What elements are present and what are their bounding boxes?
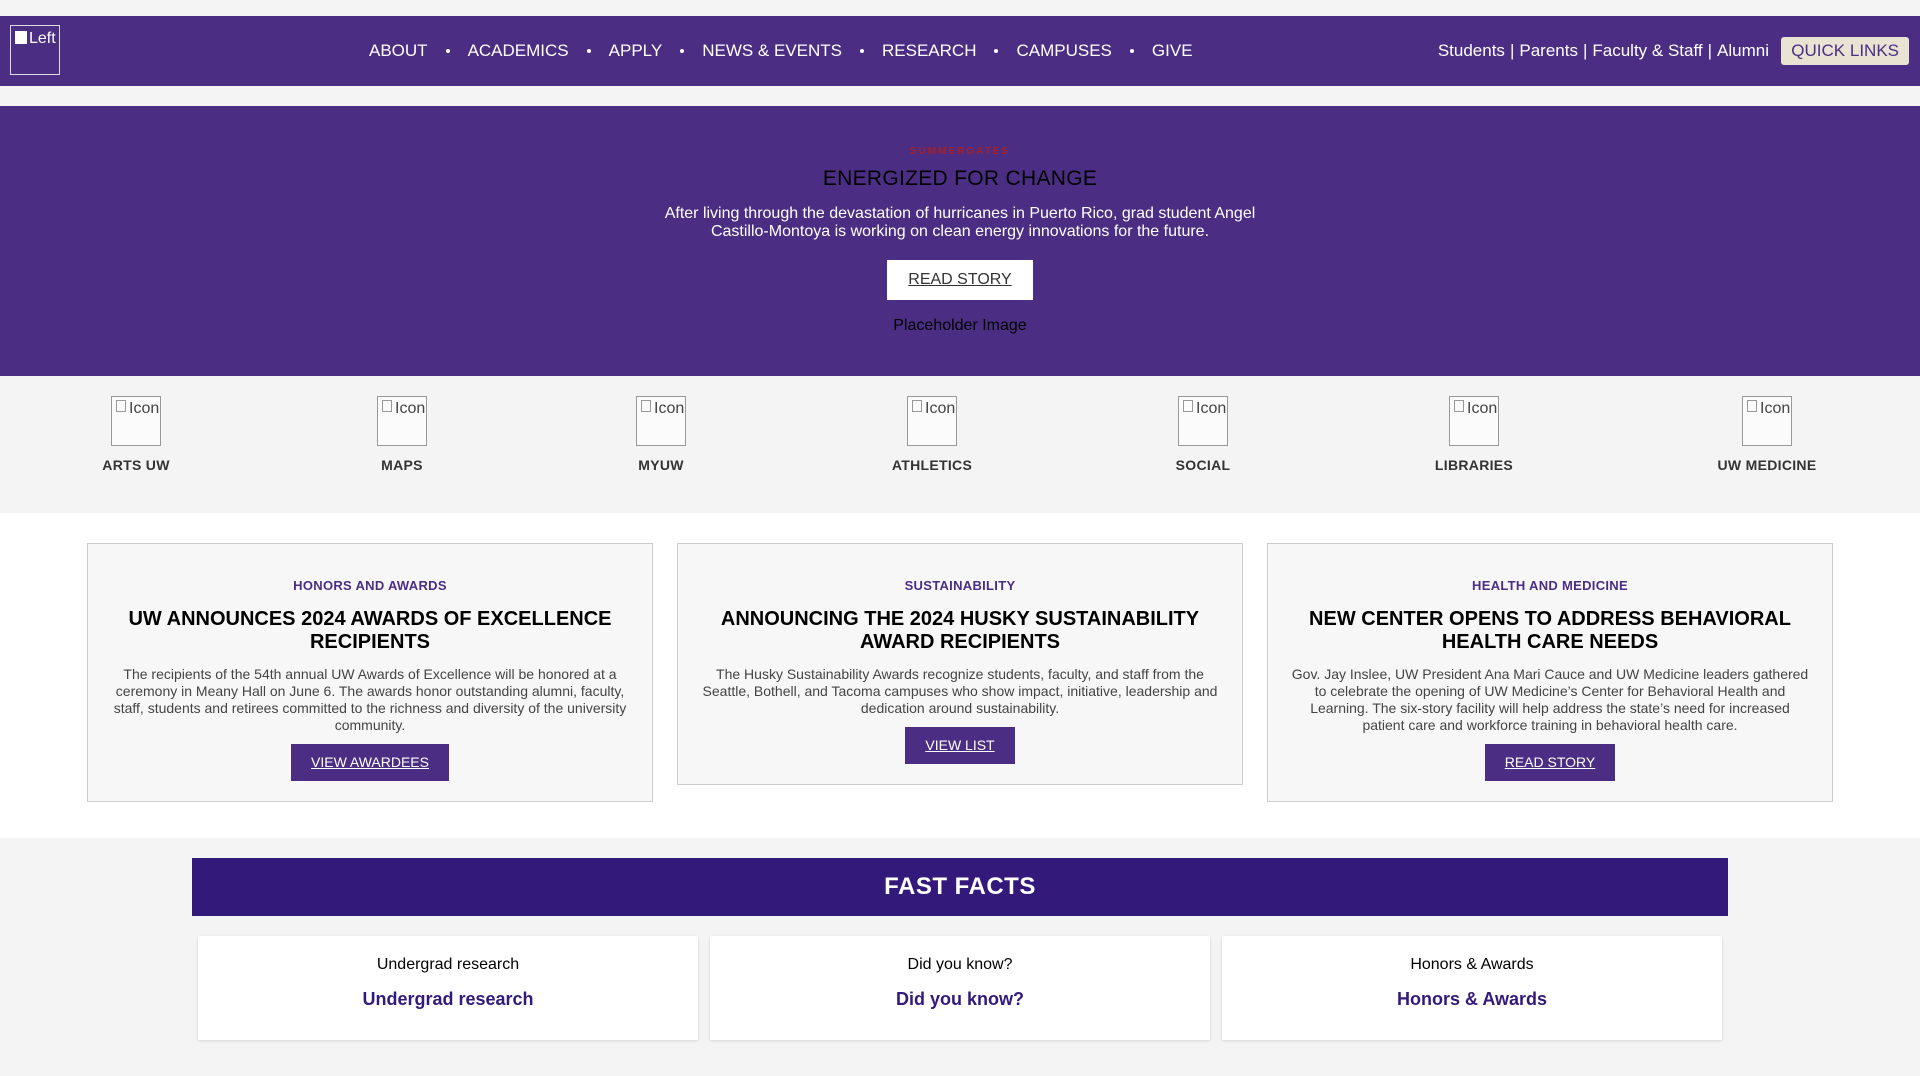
icon-alt-text: Icon — [925, 400, 956, 417]
card-title: NEW CENTER OPENS TO ADDRESS BEHAVIORAL H… — [1309, 608, 1791, 653]
icon-link-libraries[interactable]: Icon LIBRARIES — [1394, 396, 1554, 473]
fact-caption: Did you know? — [907, 956, 1013, 973]
icon-link-label: LIBRARIES — [1434, 457, 1514, 473]
nav-separator — [445, 49, 450, 53]
view-list-button[interactable]: VIEW LIST — [905, 727, 1015, 764]
icon-link-arts-uw[interactable]: Icon ARTS UW — [56, 396, 216, 473]
hero-read-story-button[interactable]: READ STORY — [887, 260, 1033, 300]
audience-faculty-staff[interactable]: Faculty & Staff — [1592, 41, 1702, 61]
icon-alt-text: Icon — [129, 400, 160, 417]
uw-medicine-icon: Icon — [1742, 396, 1792, 446]
nav-news-events[interactable]: NEWS & EVENTS — [702, 41, 842, 61]
myuw-icon: Icon — [636, 396, 686, 446]
icon-link-uw-medicine[interactable]: Icon UW MEDICINE — [1687, 396, 1847, 473]
fact-headline: Undergrad research — [362, 989, 534, 1009]
hero-title: ENERGIZED FOR CHANGE — [822, 167, 1098, 190]
icon-alt-text: Icon — [1760, 400, 1791, 417]
broken-image-icon — [382, 400, 392, 412]
broken-image-icon — [912, 400, 922, 412]
athletics-icon: Icon — [907, 396, 957, 446]
fact-headline: Honors & Awards — [1396, 989, 1548, 1009]
broken-image-icon — [15, 31, 27, 44]
icon-links-bar: Icon ARTS UW Icon MAPS Icon MYUW Icon AT… — [0, 376, 1920, 513]
news-card-sustainability: SUSTAINABILITY ANNOUNCING THE 2024 HUSKY… — [677, 543, 1243, 785]
nav-separator — [1129, 49, 1134, 53]
hero-banner: SUMMERGATES ENERGIZED FOR CHANGE After l… — [0, 106, 1920, 376]
libraries-icon: Icon — [1449, 396, 1499, 446]
card-title: UW ANNOUNCES 2024 AWARDS OF EXCELLENCE R… — [128, 608, 612, 653]
icon-link-social[interactable]: Icon SOCIAL — [1123, 396, 1283, 473]
icon-link-label: UW MEDICINE — [1717, 457, 1817, 473]
nav-about[interactable]: ABOUT — [369, 41, 428, 61]
view-awardees-button[interactable]: VIEW AWARDEES — [291, 744, 449, 781]
icon-link-myuw[interactable]: Icon MYUW — [581, 396, 741, 473]
card-category: SUSTAINABILITY — [904, 578, 1016, 593]
logo-alt-text: Left logo — [29, 30, 59, 47]
audience-separator: | — [1509, 41, 1515, 60]
nav-apply[interactable]: APPLY — [609, 41, 663, 61]
audience-alumni[interactable]: Alumni — [1717, 41, 1769, 61]
icon-alt-text: Icon — [395, 400, 426, 417]
audience-parents[interactable]: Parents — [1519, 41, 1578, 61]
site-header: Left logo ABOUT ACADEMICS APPLY NEWS & E… — [0, 16, 1920, 86]
nav-separator — [586, 49, 591, 53]
icon-link-label: SOCIAL — [1175, 457, 1231, 473]
card-text: Gov. Jay Inslee, UW President Ana Mari C… — [1291, 666, 1809, 733]
header-spacer — [0, 86, 1920, 106]
nav-separator — [994, 49, 999, 53]
audience-students[interactable]: Students — [1438, 41, 1505, 61]
audience-separator: | — [1582, 41, 1588, 60]
nav-research[interactable]: RESEARCH — [882, 41, 976, 61]
fact-card-undergrad-research: Undergrad research Undergrad research — [198, 936, 698, 1040]
quick-links-button[interactable]: QUICK LINKS — [1781, 37, 1909, 65]
site-logo[interactable]: Left logo — [10, 25, 60, 75]
card-category: HEALTH AND MEDICINE — [1472, 578, 1628, 593]
nav-campuses[interactable]: CAMPUSES — [1016, 41, 1111, 61]
icon-link-label: MYUW — [638, 457, 684, 473]
card-text: The Husky Sustainability Awards recogniz… — [702, 666, 1218, 716]
news-card-health: HEALTH AND MEDICINE NEW CENTER OPENS TO … — [1267, 543, 1833, 802]
news-card-awards: HONORS AND AWARDS UW ANNOUNCES 2024 AWAR… — [87, 543, 653, 802]
fast-facts-section: FAST FACTS Undergrad research Undergrad … — [0, 838, 1920, 1076]
broken-image-icon — [116, 400, 126, 412]
social-icon: Icon — [1178, 396, 1228, 446]
nav-give[interactable]: GIVE — [1152, 41, 1193, 61]
icon-link-label: ARTS UW — [102, 457, 170, 473]
icon-link-maps[interactable]: Icon MAPS — [322, 396, 482, 473]
icon-link-label: ATHLETICS — [891, 457, 973, 473]
audience-links: Students | Parents | Faculty & Staff | A… — [1438, 16, 1769, 86]
icon-link-athletics[interactable]: Icon ATHLETICS — [852, 396, 1012, 473]
card-text: The recipients of the 54th annual UW Awa… — [113, 666, 627, 733]
icon-alt-text: Icon — [654, 400, 685, 417]
arts-uw-icon: Icon — [111, 396, 161, 446]
news-cards: HONORS AND AWARDS UW ANNOUNCES 2024 AWAR… — [0, 513, 1920, 838]
fact-headline: Did you know? — [896, 989, 1024, 1009]
audience-separator: | — [1707, 41, 1713, 60]
icon-link-label: MAPS — [381, 457, 423, 473]
card-category: HONORS AND AWARDS — [293, 578, 447, 593]
nav-separator — [860, 49, 865, 53]
hero-kicker: SUMMERGATES — [909, 146, 1011, 157]
fact-caption: Undergrad research — [376, 956, 520, 973]
broken-image-icon — [1183, 400, 1193, 412]
broken-image-icon — [1747, 400, 1757, 412]
icon-alt-text: Icon — [1467, 400, 1498, 417]
fact-card-honors-awards: Honors & Awards Honors & Awards — [1222, 936, 1722, 1040]
top-strip — [0, 0, 1920, 16]
fast-facts-heading: FAST FACTS — [192, 858, 1728, 916]
fact-card-did-you-know: Did you know? Did you know? — [710, 936, 1210, 1040]
hero-placeholder-image: Placeholder Image — [893, 317, 1027, 334]
hero-description: After living through the devastation of … — [664, 205, 1256, 240]
broken-image-icon — [1454, 400, 1464, 412]
main-nav: ABOUT ACADEMICS APPLY NEWS & EVENTS RESE… — [369, 16, 1193, 86]
nav-academics[interactable]: ACADEMICS — [468, 41, 569, 61]
broken-image-icon — [641, 400, 651, 412]
card-title: ANNOUNCING THE 2024 HUSKY SUSTAINABILITY… — [720, 608, 1200, 653]
nav-separator — [680, 49, 685, 53]
read-story-button[interactable]: READ STORY — [1484, 744, 1616, 781]
fact-caption: Honors & Awards — [1410, 956, 1534, 973]
icon-alt-text: Icon — [1196, 400, 1227, 417]
maps-icon: Icon — [377, 396, 427, 446]
